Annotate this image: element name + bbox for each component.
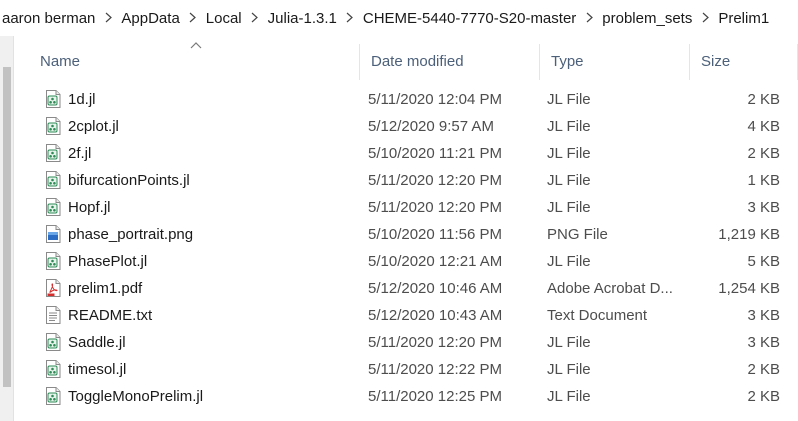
file-size: 5 KB <box>747 253 780 270</box>
text-file-icon <box>45 306 61 324</box>
file-type: JL File <box>547 361 591 378</box>
file-name: 1d.jl <box>68 91 96 108</box>
file-date-modified: 5/11/2020 12:04 PM <box>368 91 502 108</box>
column-header-type-label: Type <box>551 52 584 70</box>
breadcrumb-item[interactable]: Prelim1 <box>716 10 771 27</box>
breadcrumb: aaron berman AppData Local Julia-1.3.1 CHEME… <box>0 0 798 36</box>
breadcrumb-item[interactable]: CHEME-5440-7770-S20-master <box>361 10 578 27</box>
file-size: 1,219 KB <box>718 226 780 243</box>
file-row[interactable]: timesol.jl 5/11/2020 12:22 PM JL File 2 KB <box>14 356 798 383</box>
image-file-icon <box>45 225 61 243</box>
julia-file-icon <box>45 90 61 108</box>
file-date-modified: 5/10/2020 11:56 PM <box>368 226 502 243</box>
file-type: JL File <box>547 334 591 351</box>
breadcrumb-separator-chevron-icon[interactable] <box>578 11 600 25</box>
file-row[interactable]: PhasePlot.jl 5/10/2020 12:21 AM JL File 5 K… <box>14 248 798 275</box>
file-size: 3 KB <box>747 307 780 324</box>
julia-file-icon <box>45 333 61 351</box>
file-row[interactable]: phase_portrait.png 5/10/2020 11:56 PM PNG … <box>14 221 798 248</box>
file-date-modified: 5/12/2020 9:57 AM <box>368 118 494 135</box>
file-list: 1d.jl 5/11/2020 12:04 PM JL File 2 KB 2cplot… <box>14 86 798 410</box>
file-name: phase_portrait.png <box>68 226 194 243</box>
column-header-type[interactable]: Type <box>539 36 689 86</box>
file-row[interactable]: 1d.jl 5/11/2020 12:04 PM JL File 2 KB <box>14 86 798 113</box>
julia-file-icon <box>45 360 61 378</box>
breadcrumb-separator-chevron-icon[interactable] <box>694 11 716 25</box>
file-size: 4 KB <box>747 118 780 135</box>
file-date-modified: 5/10/2020 11:21 PM <box>368 145 502 162</box>
julia-file-icon <box>45 117 61 135</box>
breadcrumb-item[interactable]: aaron berman <box>0 10 97 27</box>
column-header-size[interactable]: Size <box>689 36 798 86</box>
file-date-modified: 5/11/2020 12:20 PM <box>368 172 502 189</box>
breadcrumb-separator-chevron-icon[interactable] <box>182 11 204 25</box>
file-date-modified: 5/11/2020 12:20 PM <box>368 334 502 351</box>
file-type: PNG File <box>547 226 608 243</box>
file-type: JL File <box>547 388 591 405</box>
breadcrumb-item[interactable]: Julia-1.3.1 <box>266 10 339 27</box>
file-type: JL File <box>547 199 591 216</box>
file-type: JL File <box>547 91 591 108</box>
file-size: 1,254 KB <box>718 280 780 297</box>
file-name: timesol.jl <box>68 361 127 378</box>
file-size: 2 KB <box>747 145 780 162</box>
julia-file-icon <box>45 144 61 162</box>
breadcrumb-separator-chevron-icon[interactable] <box>244 11 266 25</box>
file-size: 1 KB <box>747 172 780 189</box>
scrollbar-thumb[interactable] <box>3 67 11 387</box>
file-row[interactable]: 2f.jl 5/10/2020 11:21 PM JL File 2 KB <box>14 140 798 167</box>
breadcrumb-item[interactable]: problem_sets <box>600 10 694 27</box>
file-date-modified: 5/11/2020 12:20 PM <box>368 199 502 216</box>
julia-file-icon <box>45 387 61 405</box>
breadcrumb-separator-chevron-icon[interactable] <box>339 11 361 25</box>
file-name: PhasePlot.jl <box>68 253 148 270</box>
file-size: 2 KB <box>747 361 780 378</box>
breadcrumb-item[interactable]: Local <box>204 10 244 27</box>
file-row[interactable]: prelim1.pdf 5/12/2020 10:46 AM Adobe Acrob… <box>14 275 798 302</box>
file-type: Text Document <box>547 307 648 324</box>
file-size: 2 KB <box>747 388 780 405</box>
column-header-size-label: Size <box>701 52 731 70</box>
file-row[interactable]: bifurcationPoints.jl 5/11/2020 12:20 PM JL… <box>14 167 798 194</box>
file-type: JL File <box>547 118 591 135</box>
file-row[interactable]: Saddle.jl 5/11/2020 12:20 PM JL File 3 KB <box>14 329 798 356</box>
column-header-name[interactable]: Name <box>28 36 359 86</box>
breadcrumb-separator-chevron-icon[interactable] <box>97 11 119 25</box>
file-size: 3 KB <box>747 334 780 351</box>
left-scrollbar[interactable] <box>0 36 14 421</box>
julia-file-icon <box>45 252 61 270</box>
file-row[interactable]: ToggleMonoPrelim.jl 5/11/2020 12:25 PM JL … <box>14 383 798 410</box>
file-size: 3 KB <box>747 199 780 216</box>
file-type: JL File <box>547 253 591 270</box>
file-type: Adobe Acrobat D... <box>547 280 673 297</box>
file-name: 2cplot.jl <box>68 118 119 135</box>
column-header-name-label: Name <box>40 52 81 70</box>
column-header-date-label: Date modified <box>371 52 464 70</box>
file-name: Hopf.jl <box>68 199 111 216</box>
file-name: README.txt <box>68 307 153 324</box>
file-type: JL File <box>547 145 591 162</box>
julia-file-icon <box>45 171 61 189</box>
file-row[interactable]: 2cplot.jl 5/12/2020 9:57 AM JL File 4 KB <box>14 113 798 140</box>
column-header: Name Date modified Type Size <box>14 36 798 86</box>
file-row[interactable]: Hopf.jl 5/11/2020 12:20 PM JL File 3 KB <box>14 194 798 221</box>
file-name: prelim1.pdf <box>68 280 143 297</box>
column-header-date-modified[interactable]: Date modified <box>359 36 539 86</box>
julia-file-icon <box>45 198 61 216</box>
file-name: Saddle.jl <box>68 334 126 351</box>
file-date-modified: 5/12/2020 10:43 AM <box>368 307 503 324</box>
file-date-modified: 5/11/2020 12:22 PM <box>368 361 502 378</box>
file-size: 2 KB <box>747 91 780 108</box>
file-date-modified: 5/12/2020 10:46 AM <box>368 280 503 297</box>
file-name: ToggleMonoPrelim.jl <box>68 388 204 405</box>
pdf-file-icon <box>45 279 61 297</box>
breadcrumb-item[interactable]: AppData <box>119 10 181 27</box>
file-row[interactable]: README.txt 5/12/2020 10:43 AM Text Documen… <box>14 302 798 329</box>
file-date-modified: 5/11/2020 12:25 PM <box>368 388 502 405</box>
file-name: bifurcationPoints.jl <box>68 172 190 189</box>
file-name: 2f.jl <box>68 145 92 162</box>
file-type: JL File <box>547 172 591 189</box>
file-date-modified: 5/10/2020 12:21 AM <box>368 253 503 270</box>
